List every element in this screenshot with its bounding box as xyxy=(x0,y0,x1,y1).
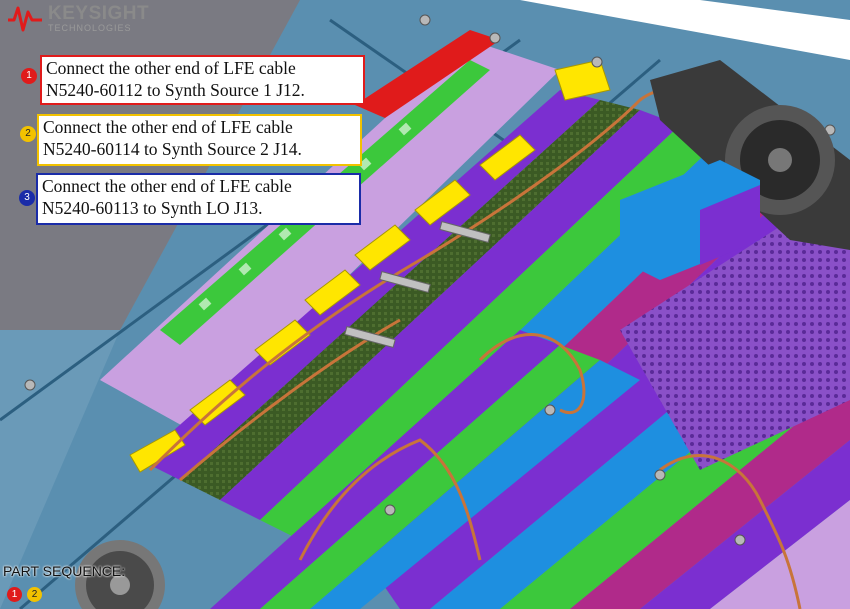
callout-3-line1: Connect the other end of LFE cable xyxy=(42,176,292,196)
callout-2-line1: Connect the other end of LFE cable xyxy=(43,117,293,137)
keysight-logo: KEYSIGHT TECHNOLOGIES xyxy=(6,4,149,38)
keysight-wave-icon xyxy=(8,6,42,32)
callout-step-2: Connect the other end of LFE cable N5240… xyxy=(37,114,362,166)
callout-3-line2: N5240-60113 to Synth LO J13. xyxy=(42,198,263,218)
logo-subtitle: TECHNOLOGIES xyxy=(48,23,132,33)
step-2-badge: 2 xyxy=(20,126,36,142)
callout-1-line2: N5240-60112 to Synth Source 1 J12. xyxy=(46,80,305,100)
callout-1-line1: Connect the other end of LFE cable xyxy=(46,58,296,78)
callout-2-line2: N5240-60114 to Synth Source 2 J14. xyxy=(43,139,302,159)
step-1-badge: 1 xyxy=(21,68,37,84)
sequence-badge-1: 1 xyxy=(7,587,22,602)
callout-step-3: Connect the other end of LFE cable N5240… xyxy=(36,173,361,225)
callout-step-1: Connect the other end of LFE cable N5240… xyxy=(40,55,365,105)
sequence-badge-2: 2 xyxy=(27,587,42,602)
part-sequence-label: PART SEQUENCE: xyxy=(3,563,126,579)
logo-name: KEYSIGHT xyxy=(48,3,150,24)
step-3-badge: 3 xyxy=(19,190,35,206)
